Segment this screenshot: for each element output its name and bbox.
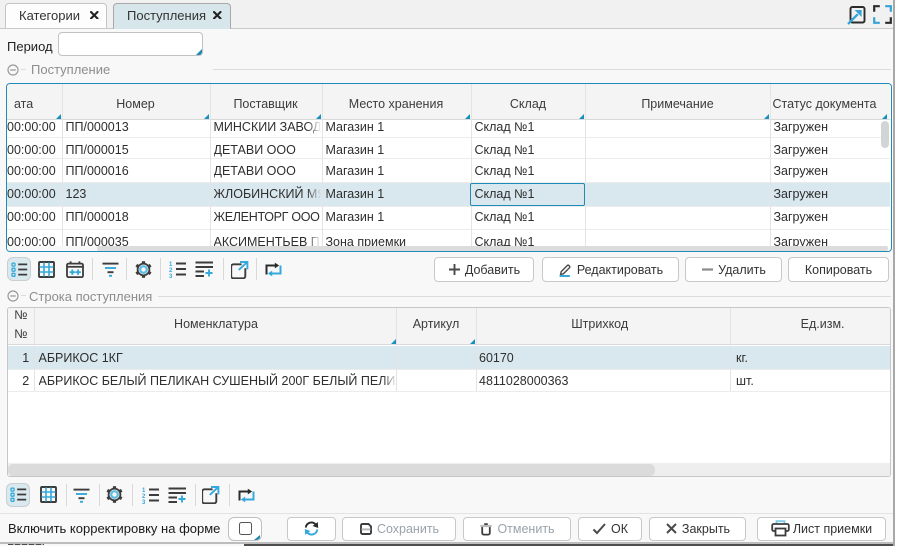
svg-text:3: 3 xyxy=(169,274,173,278)
svg-text:3: 3 xyxy=(142,499,146,503)
